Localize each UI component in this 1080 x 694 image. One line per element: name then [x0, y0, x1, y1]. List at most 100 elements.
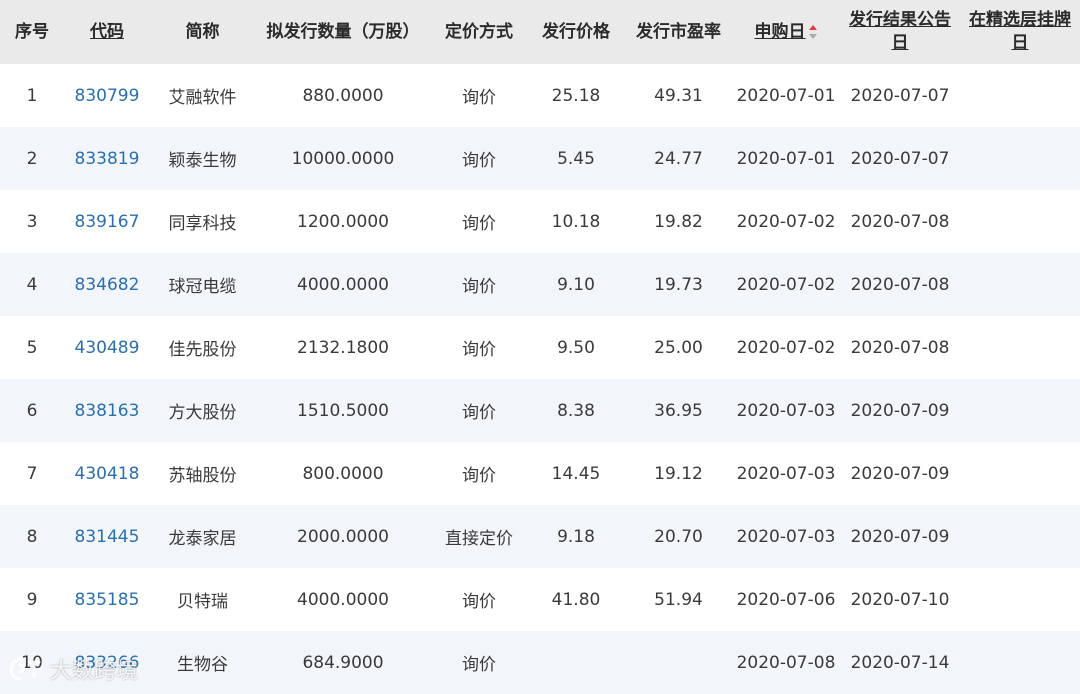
cell-pricing-method: 询价 — [462, 655, 496, 675]
table-row: 8 831445 龙泰家居 2000.0000 直接定价 9.18 20.70 2020-07… — [0, 505, 1080, 568]
cell-price: 25.18 — [551, 85, 601, 106]
cell-pe: 24.77 — [654, 148, 703, 169]
cell-subscribe-date: 2020-07-01 — [736, 85, 836, 106]
stock-code-link[interactable]: 839167 — [75, 212, 140, 232]
cell-name: 龙泰家居 — [168, 529, 237, 549]
cell-code: 830799 — [64, 64, 150, 127]
cell-subscribe-date: 2020-07-02 — [736, 211, 836, 232]
cell-result-date: 2020-07-09 — [850, 400, 950, 421]
cell-name: 苏轴股份 — [168, 466, 237, 486]
cell-subscribe-date: 2020-07-02 — [736, 274, 836, 295]
cell-pe: 51.94 — [654, 589, 703, 610]
stock-code-link[interactable]: 838163 — [75, 401, 140, 421]
cell-quantity: 1200.0000 — [297, 211, 389, 232]
cell-name: 方大股份 — [168, 403, 237, 423]
stock-code-link[interactable]: 833819 — [75, 149, 140, 169]
cell-subscribe-date: 2020-07-01 — [736, 148, 836, 169]
cell-name: 艾融软件 — [168, 88, 237, 108]
cell-seq: 8 — [26, 526, 38, 547]
header-pricing-method: 定价方式 — [445, 21, 513, 42]
table-row: 1 830799 艾融软件 880.0000 询价 25.18 49.31 2020-07-0… — [0, 64, 1080, 127]
stock-code-link[interactable]: 830799 — [75, 86, 140, 106]
cell-listing-date — [960, 631, 1080, 694]
cell-seq: 4 — [26, 274, 38, 295]
cell-seq: 9 — [26, 589, 38, 610]
cell-pe — [625, 631, 732, 694]
cell-subscribe-date: 2020-07-08 — [736, 652, 836, 673]
cell-price: 14.45 — [551, 463, 601, 484]
cell-code: 831445 — [64, 505, 150, 568]
cell-result-date: 2020-07-09 — [850, 463, 950, 484]
cell-listing-date — [960, 190, 1080, 253]
header-result-date[interactable]: 发行结果公告日 — [840, 0, 960, 64]
cell-result-date: 2020-07-14 — [850, 652, 950, 673]
header-code[interactable]: 代码 — [64, 0, 150, 64]
cell-pricing-method: 询价 — [462, 214, 496, 234]
header-seq: 序号 — [15, 21, 49, 42]
cell-pricing-method: 询价 — [462, 88, 496, 108]
cell-pricing-method: 询价 — [462, 592, 496, 612]
table-row: 3 839167 同享科技 1200.0000 询价 10.18 19.82 2020-07-… — [0, 190, 1080, 253]
cell-pricing-method: 直接定价 — [445, 529, 513, 549]
cell-name: 佳先股份 — [168, 340, 237, 360]
header-listing-date[interactable]: 在精选层挂牌日 — [960, 0, 1080, 64]
cell-result-date: 2020-07-07 — [850, 85, 950, 106]
table-row: 4 834682 球冠电缆 4000.0000 询价 9.10 19.73 2020-07-0… — [0, 253, 1080, 316]
cell-seq: 5 — [26, 337, 38, 358]
cell-code: 834682 — [64, 253, 150, 316]
cell-subscribe-date: 2020-07-06 — [736, 589, 836, 610]
cell-code: 430418 — [64, 442, 150, 505]
header-name: 简称 — [185, 21, 220, 42]
cell-listing-date — [960, 253, 1080, 316]
cell-listing-date — [960, 505, 1080, 568]
cell-quantity: 800.0000 — [302, 463, 384, 484]
cell-listing-date — [960, 568, 1080, 631]
table-header-row: 序号 代码 简称 拟发行数量（万股） 定价方式 发行价格 发行市盈率 申购日 发… — [0, 0, 1080, 64]
stock-code-link[interactable]: 430489 — [75, 338, 140, 358]
cell-result-date: 2020-07-08 — [850, 211, 950, 232]
cell-price: 8.38 — [557, 400, 595, 421]
table-row: 5 430489 佳先股份 2132.1800 询价 9.50 25.00 2020-07-0… — [0, 316, 1080, 379]
sort-asc-icon[interactable] — [808, 24, 818, 40]
cell-quantity: 880.0000 — [302, 85, 384, 106]
cell-quantity: 2132.1800 — [297, 337, 389, 358]
stock-code-link[interactable]: 835185 — [75, 590, 140, 610]
cell-subscribe-date: 2020-07-03 — [736, 526, 836, 547]
cell-quantity: 10000.0000 — [291, 148, 395, 169]
cell-pricing-method: 询价 — [462, 340, 496, 360]
header-subscribe-date[interactable]: 申购日 — [732, 0, 840, 64]
cell-pricing-method: 询价 — [462, 277, 496, 297]
cell-listing-date — [960, 442, 1080, 505]
cell-price: 10.18 — [551, 211, 601, 232]
cell-pricing-method: 询价 — [462, 151, 496, 171]
header-subscribe-date-label: 申购日 — [754, 21, 806, 42]
cell-subscribe-date: 2020-07-03 — [736, 400, 836, 421]
cell-name: 颖泰生物 — [168, 151, 237, 171]
stock-code-link[interactable]: 831445 — [75, 527, 140, 547]
watermark-logo-icon — [9, 657, 41, 681]
cell-name: 贝特瑞 — [177, 592, 228, 612]
cell-seq: 7 — [26, 463, 38, 484]
stock-code-link[interactable]: 834682 — [75, 275, 140, 295]
cell-quantity: 684.9000 — [302, 652, 384, 673]
watermark-text: 大数跨境 — [50, 659, 139, 684]
cell-code: 835185 — [64, 568, 150, 631]
cell-quantity: 4000.0000 — [297, 589, 389, 610]
stock-code-link[interactable]: 430418 — [75, 464, 140, 484]
cell-subscribe-date: 2020-07-03 — [736, 463, 836, 484]
cell-quantity: 2000.0000 — [297, 526, 389, 547]
cell-quantity: 1510.5000 — [297, 400, 389, 421]
cell-pe: 19.73 — [654, 274, 703, 295]
cell-listing-date — [960, 127, 1080, 190]
cell-price: 41.80 — [551, 589, 601, 610]
cell-price: 9.50 — [557, 337, 595, 358]
cell-pricing-method: 询价 — [462, 403, 496, 423]
table-row: 7 430418 苏轴股份 800.0000 询价 14.45 19.12 2020-07-0… — [0, 442, 1080, 505]
table-row: 6 838163 方大股份 1510.5000 询价 8.38 36.95 2020-07-0… — [0, 379, 1080, 442]
cell-seq: 6 — [26, 400, 38, 421]
cell-result-date: 2020-07-08 — [850, 274, 950, 295]
cell-seq: 2 — [26, 148, 38, 169]
cell-listing-date — [960, 316, 1080, 379]
cell-price: 5.45 — [557, 148, 595, 169]
cell-seq: 3 — [26, 211, 38, 232]
